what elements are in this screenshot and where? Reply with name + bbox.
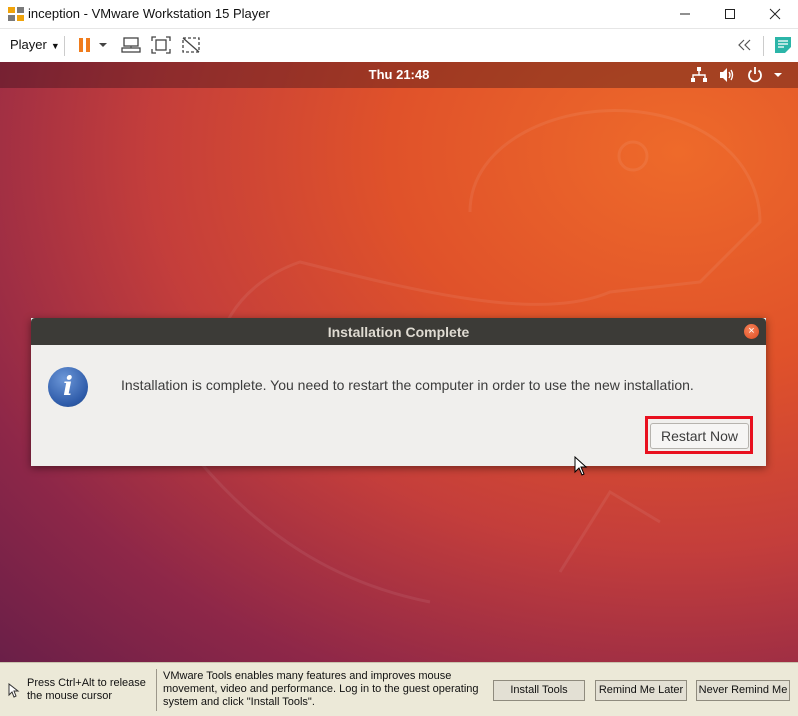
maximize-icon xyxy=(725,9,735,19)
bottombar-divider xyxy=(156,669,157,711)
vmware-tools-bar: Press Ctrl+Alt to release the mouse curs… xyxy=(0,662,798,716)
pause-icon[interactable] xyxy=(74,35,96,55)
window-titlebar: inception - VMware Workstation 15 Player xyxy=(0,0,798,29)
collapse-icon[interactable] xyxy=(733,35,755,55)
dialog-title: Installation Complete xyxy=(327,324,470,340)
dialog-header: Installation Complete × xyxy=(31,318,766,345)
minimize-icon xyxy=(680,13,690,15)
info-icon: i xyxy=(48,367,88,407)
vmware-app-icon xyxy=(8,7,24,21)
player-menu[interactable]: Player ▼ xyxy=(10,37,60,52)
close-icon xyxy=(769,8,781,20)
toolbar-divider xyxy=(64,36,65,56)
release-mouse-hint: Press Ctrl+Alt to release the mouse curs… xyxy=(27,677,146,702)
player-menu-label: Player xyxy=(10,37,47,52)
mouse-cursor-icon xyxy=(574,456,588,476)
unity-icon[interactable] xyxy=(180,35,202,55)
restart-now-button[interactable]: Restart Now xyxy=(650,423,749,449)
installation-complete-dialog: Installation Complete × i Installation i… xyxy=(31,318,766,466)
minimize-button[interactable] xyxy=(662,0,708,28)
vm-screen[interactable]: Thu 21:48 Installation Complete × i Inst… xyxy=(0,62,798,662)
fullscreen-icon[interactable] xyxy=(150,35,172,55)
dialog-message: Installation is complete. You need to re… xyxy=(121,377,694,393)
menu-caret-icon[interactable] xyxy=(772,66,784,84)
network-icon[interactable] xyxy=(690,66,708,84)
window-title: inception - VMware Workstation 15 Player xyxy=(28,6,270,21)
player-toolbar: Player ▼ xyxy=(0,29,798,63)
volume-icon[interactable] xyxy=(718,66,736,84)
toolbar-divider xyxy=(763,36,764,56)
install-tools-button[interactable]: Install Tools xyxy=(493,680,585,701)
power-icon[interactable] xyxy=(746,66,764,84)
remind-me-later-button[interactable]: Remind Me Later xyxy=(595,680,687,701)
mouse-pointer-icon xyxy=(8,683,20,698)
send-ctrl-alt-del-icon[interactable] xyxy=(120,35,142,55)
notes-icon[interactable] xyxy=(772,35,794,55)
vmware-tools-message: VMware Tools enables many features and i… xyxy=(163,670,479,708)
gnome-top-bar: Thu 21:48 xyxy=(0,62,798,88)
never-remind-me-button[interactable]: Never Remind Me xyxy=(696,680,790,701)
dialog-close-icon[interactable]: × xyxy=(744,324,759,339)
chevron-down-icon: ▼ xyxy=(50,41,60,51)
maximize-button[interactable] xyxy=(707,0,753,28)
close-button[interactable] xyxy=(752,0,798,28)
clock[interactable]: Thu 21:48 xyxy=(0,67,798,82)
pause-dropdown-icon[interactable] xyxy=(96,35,110,55)
